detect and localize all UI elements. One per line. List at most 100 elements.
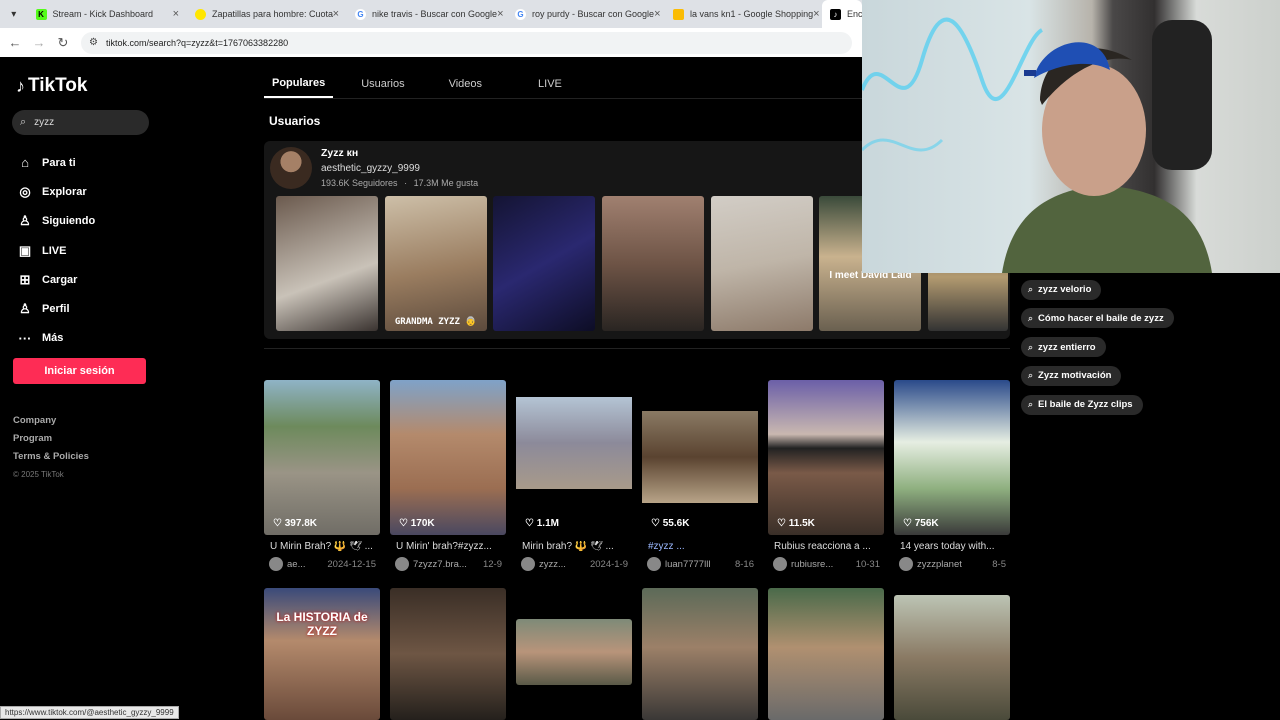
video-meta: 7zyzz7.bra... 12-9 xyxy=(390,557,506,571)
address-bar[interactable]: ⚙ tiktok.com/search?q=zyzz&t=17670633822… xyxy=(81,31,852,54)
avatar[interactable] xyxy=(521,557,535,571)
related-search-item[interactable]: ⌕ zyzz velorio xyxy=(1021,279,1102,300)
video-thumbnail[interactable]: ♡ 11.5K xyxy=(768,380,884,535)
related-search-item[interactable]: ⌕ El baile de Zyzz clips xyxy=(1021,394,1143,415)
google-shopping-icon xyxy=(673,8,684,20)
tiktok-logo[interactable]: ♪ TikTok xyxy=(16,75,87,97)
video-card[interactable]: ♡ 756K 14 years today with... zyzzplanet… xyxy=(894,380,1010,571)
tab-search-icon[interactable]: ▾ xyxy=(0,0,28,28)
browser-tab[interactable]: la vans kn1 - Google Shopping × xyxy=(665,0,822,28)
thumb-caption: La HISTORIA de ZYZZ xyxy=(276,610,368,638)
browser-tab-active[interactable]: ♪ Encue xyxy=(822,0,862,28)
sidebar-item-mas[interactable]: ··· Más xyxy=(16,324,95,353)
google-icon: G xyxy=(355,8,366,20)
video-title[interactable]: 14 years today with... xyxy=(894,541,1010,552)
browser-toolbar: ← → ↻ ⚙ tiktok.com/search?q=zyzz&t=17670… xyxy=(0,28,862,57)
browser-tab[interactable]: Zapatillas para hombre: Cuotas × xyxy=(187,0,347,28)
video-title[interactable]: U Mirin' brah?#zyzz... xyxy=(390,541,506,552)
sidebar-item-perfil[interactable]: ♙ Perfil xyxy=(16,294,95,323)
footer-link-terms[interactable]: Terms & Policies xyxy=(13,448,89,466)
user-video-thumb[interactable] xyxy=(276,196,378,331)
search-icon: ⌕ xyxy=(20,116,27,128)
browser-tab[interactable]: K Stream - Kick Dashboard × xyxy=(28,0,187,28)
tab-live[interactable]: LIVE xyxy=(530,70,570,98)
avatar[interactable] xyxy=(395,557,409,571)
user-video-thumb[interactable] xyxy=(710,196,813,331)
related-search-item[interactable]: ⌕ zyzz entierro xyxy=(1021,337,1106,358)
search-icon: ⌕ xyxy=(1028,370,1034,381)
thumb-caption: GRANDMA ZYZZ 👵 xyxy=(394,317,477,327)
tab-videos[interactable]: Videos xyxy=(441,70,490,98)
video-meta: zyzzplanet 8-5 xyxy=(894,557,1010,571)
user-name[interactable]: Zyzz кн xyxy=(321,147,358,159)
avatar[interactable] xyxy=(269,557,283,571)
video-thumbnail[interactable]: ♡ 756K xyxy=(894,380,1010,535)
browser-tab[interactable]: G nike travis - Buscar con Google × xyxy=(347,0,507,28)
video-author[interactable]: rubiusre... xyxy=(791,559,833,570)
footer-link-program[interactable]: Program xyxy=(13,430,89,448)
close-icon[interactable]: × xyxy=(654,8,660,20)
video-author[interactable]: luan7777lll xyxy=(665,559,710,570)
user-handle[interactable]: aesthetic_gyzzy_9999 xyxy=(321,163,420,174)
footer-link-company[interactable]: Company xyxy=(13,412,89,430)
video-thumbnail[interactable]: La HISTORIA de ZYZZ xyxy=(264,588,380,720)
video-thumbnail[interactable]: ♡ 170K xyxy=(390,380,506,535)
site-info-icon[interactable]: ⚙ xyxy=(89,37,98,48)
video-thumbnail[interactable]: ♡ 397.8K xyxy=(264,380,380,535)
forward-icon[interactable]: → xyxy=(27,35,51,50)
video-meta: luan7777lll 8-16 xyxy=(642,557,758,571)
video-card[interactable]: ♡ 55.6K #zyzz ... luan7777lll 8-16 xyxy=(642,380,758,571)
close-icon[interactable]: × xyxy=(497,8,503,20)
followers-count: 193.6K Seguidores xyxy=(321,178,398,188)
browser-tab[interactable]: G roy purdy - Buscar con Google × xyxy=(507,0,665,28)
search-input[interactable]: ⌕ zyzz xyxy=(12,110,149,135)
close-icon[interactable]: × xyxy=(173,8,179,20)
user-video-thumb[interactable] xyxy=(493,196,596,331)
video-title[interactable]: Rubius reacciona a ... xyxy=(768,541,884,552)
video-thumbnail[interactable] xyxy=(642,588,758,720)
video-card[interactable]: ♡ 1.1M Mirin brah? 🔱 🕊 ... zyzz... 2024-… xyxy=(516,380,632,571)
video-thumbnail[interactable] xyxy=(894,595,1010,720)
kick-icon: K xyxy=(35,8,47,20)
tab-populares[interactable]: Populares xyxy=(264,70,334,98)
video-author[interactable]: ae... xyxy=(287,559,306,570)
heart-icon: ♡ xyxy=(273,518,285,529)
sidebar-item-para-ti[interactable]: ⌂ Para ti xyxy=(16,148,95,177)
search-icon: ⌕ xyxy=(1028,312,1034,323)
avatar[interactable] xyxy=(899,557,913,571)
close-icon[interactable]: × xyxy=(813,8,819,20)
sidebar-item-cargar[interactable]: ⊞ Cargar xyxy=(16,265,95,294)
sidebar-item-live[interactable]: ▣ LIVE xyxy=(16,236,95,265)
video-thumbnail[interactable]: ♡ 1.1M xyxy=(516,380,632,535)
like-count: ♡ 397.8K xyxy=(273,518,317,529)
video-title[interactable]: Mirin brah? 🔱 🕊 ... xyxy=(516,541,632,552)
video-thumbnail[interactable] xyxy=(390,588,506,720)
close-icon[interactable]: × xyxy=(333,8,339,20)
reload-icon[interactable]: ↻ xyxy=(51,35,75,51)
related-search-item[interactable]: ⌕ Cómo hacer el baile de zyzz xyxy=(1021,308,1174,329)
sidebar-footer: Company Program Terms & Policies © 2025 … xyxy=(13,412,89,484)
avatar[interactable] xyxy=(773,557,787,571)
related-search-item[interactable]: ⌕ Zyzz motivación xyxy=(1021,365,1122,386)
user-video-thumb[interactable]: GRANDMA ZYZZ 👵 xyxy=(384,196,487,331)
video-card[interactable]: ♡ 170K U Mirin' brah?#zyzz... 7zyzz7.bra… xyxy=(390,380,506,571)
video-thumbnail[interactable] xyxy=(516,619,632,685)
tab-usuarios[interactable]: Usuarios xyxy=(353,70,412,98)
video-title[interactable]: U Mirin Brah? 🔱 🕊 ... xyxy=(264,541,380,552)
video-author[interactable]: zyzzplanet xyxy=(917,559,962,570)
back-icon[interactable]: ← xyxy=(3,35,27,50)
avatar[interactable] xyxy=(647,557,661,571)
video-card[interactable]: ♡ 11.5K Rubius reacciona a ... rubiusre.… xyxy=(768,380,884,571)
video-title[interactable]: #zyzz ... xyxy=(642,541,758,552)
video-author[interactable]: 7zyzz7.bra... xyxy=(413,559,467,570)
user-video-thumb[interactable] xyxy=(602,196,705,331)
login-button[interactable]: Iniciar sesión xyxy=(13,358,146,384)
video-thumbnail[interactable] xyxy=(768,588,884,720)
sidebar-item-explorar[interactable]: ◎ Explorar xyxy=(16,177,95,206)
avatar[interactable] xyxy=(270,147,312,189)
video-thumbnail[interactable]: ♡ 55.6K xyxy=(642,380,758,535)
heart-icon: ♡ xyxy=(399,518,411,529)
sidebar-item-siguiendo[interactable]: ♙ Siguiendo xyxy=(16,207,95,236)
video-card[interactable]: ♡ 397.8K U Mirin Brah? 🔱 🕊 ... ae... 202… xyxy=(264,380,380,571)
video-author[interactable]: zyzz... xyxy=(539,559,566,570)
